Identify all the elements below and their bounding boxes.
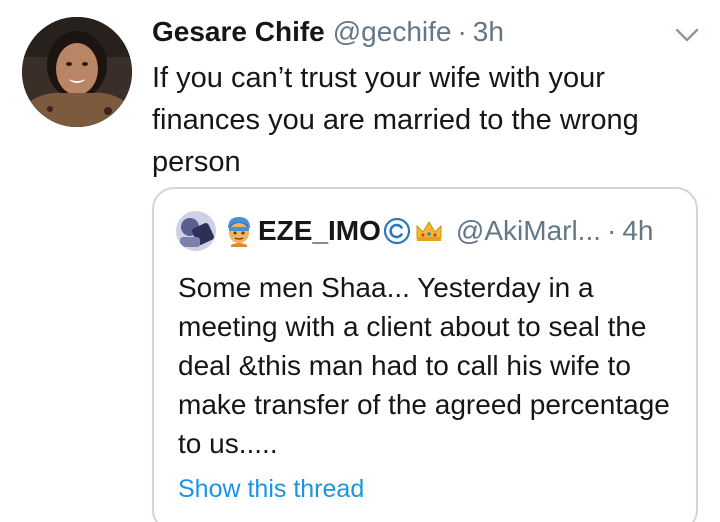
tweet-header: Gesare Chife @gechife · 3h xyxy=(152,12,504,52)
quoted-author-avatar[interactable] xyxy=(176,211,216,251)
quoted-author-handle[interactable]: @AkiMarl... xyxy=(456,215,601,247)
avatar-photo xyxy=(22,17,132,127)
quoted-tweet-text: Some men Shaa... Yesterday in a meeting … xyxy=(178,272,670,459)
tweet-text: If you can’t trust your wife with your f… xyxy=(152,62,639,178)
quoted-separator-dot: · xyxy=(607,215,617,246)
man-with-turban-emoji-icon xyxy=(228,217,250,247)
quoted-avatar-photo xyxy=(176,211,216,251)
show-thread-link[interactable]: Show this thread xyxy=(178,475,364,504)
chevron-down-icon xyxy=(675,28,699,42)
tweet-timestamp[interactable]: 3h xyxy=(473,16,504,48)
tweet: Gesare Chife @gechife · 3h If you can’t … xyxy=(0,0,720,522)
separator-dot: · xyxy=(457,16,467,47)
author-handle[interactable]: @gechife xyxy=(333,16,452,48)
quoted-tweet-header: EZE_IMO @AkiMarl... · 4h xyxy=(176,211,654,251)
crown-icon xyxy=(416,221,442,241)
tweet-menu-button[interactable] xyxy=(672,22,702,48)
copyright-icon xyxy=(383,217,411,245)
quoted-timestamp[interactable]: 4h xyxy=(622,215,653,247)
quoted-tweet-card[interactable]: EZE_IMO @AkiMarl... · 4h Some men Shaa..… xyxy=(152,187,698,522)
quoted-author-name[interactable]: EZE_IMO xyxy=(258,215,381,247)
author-name[interactable]: Gesare Chife xyxy=(152,16,325,48)
author-avatar[interactable] xyxy=(22,17,132,127)
